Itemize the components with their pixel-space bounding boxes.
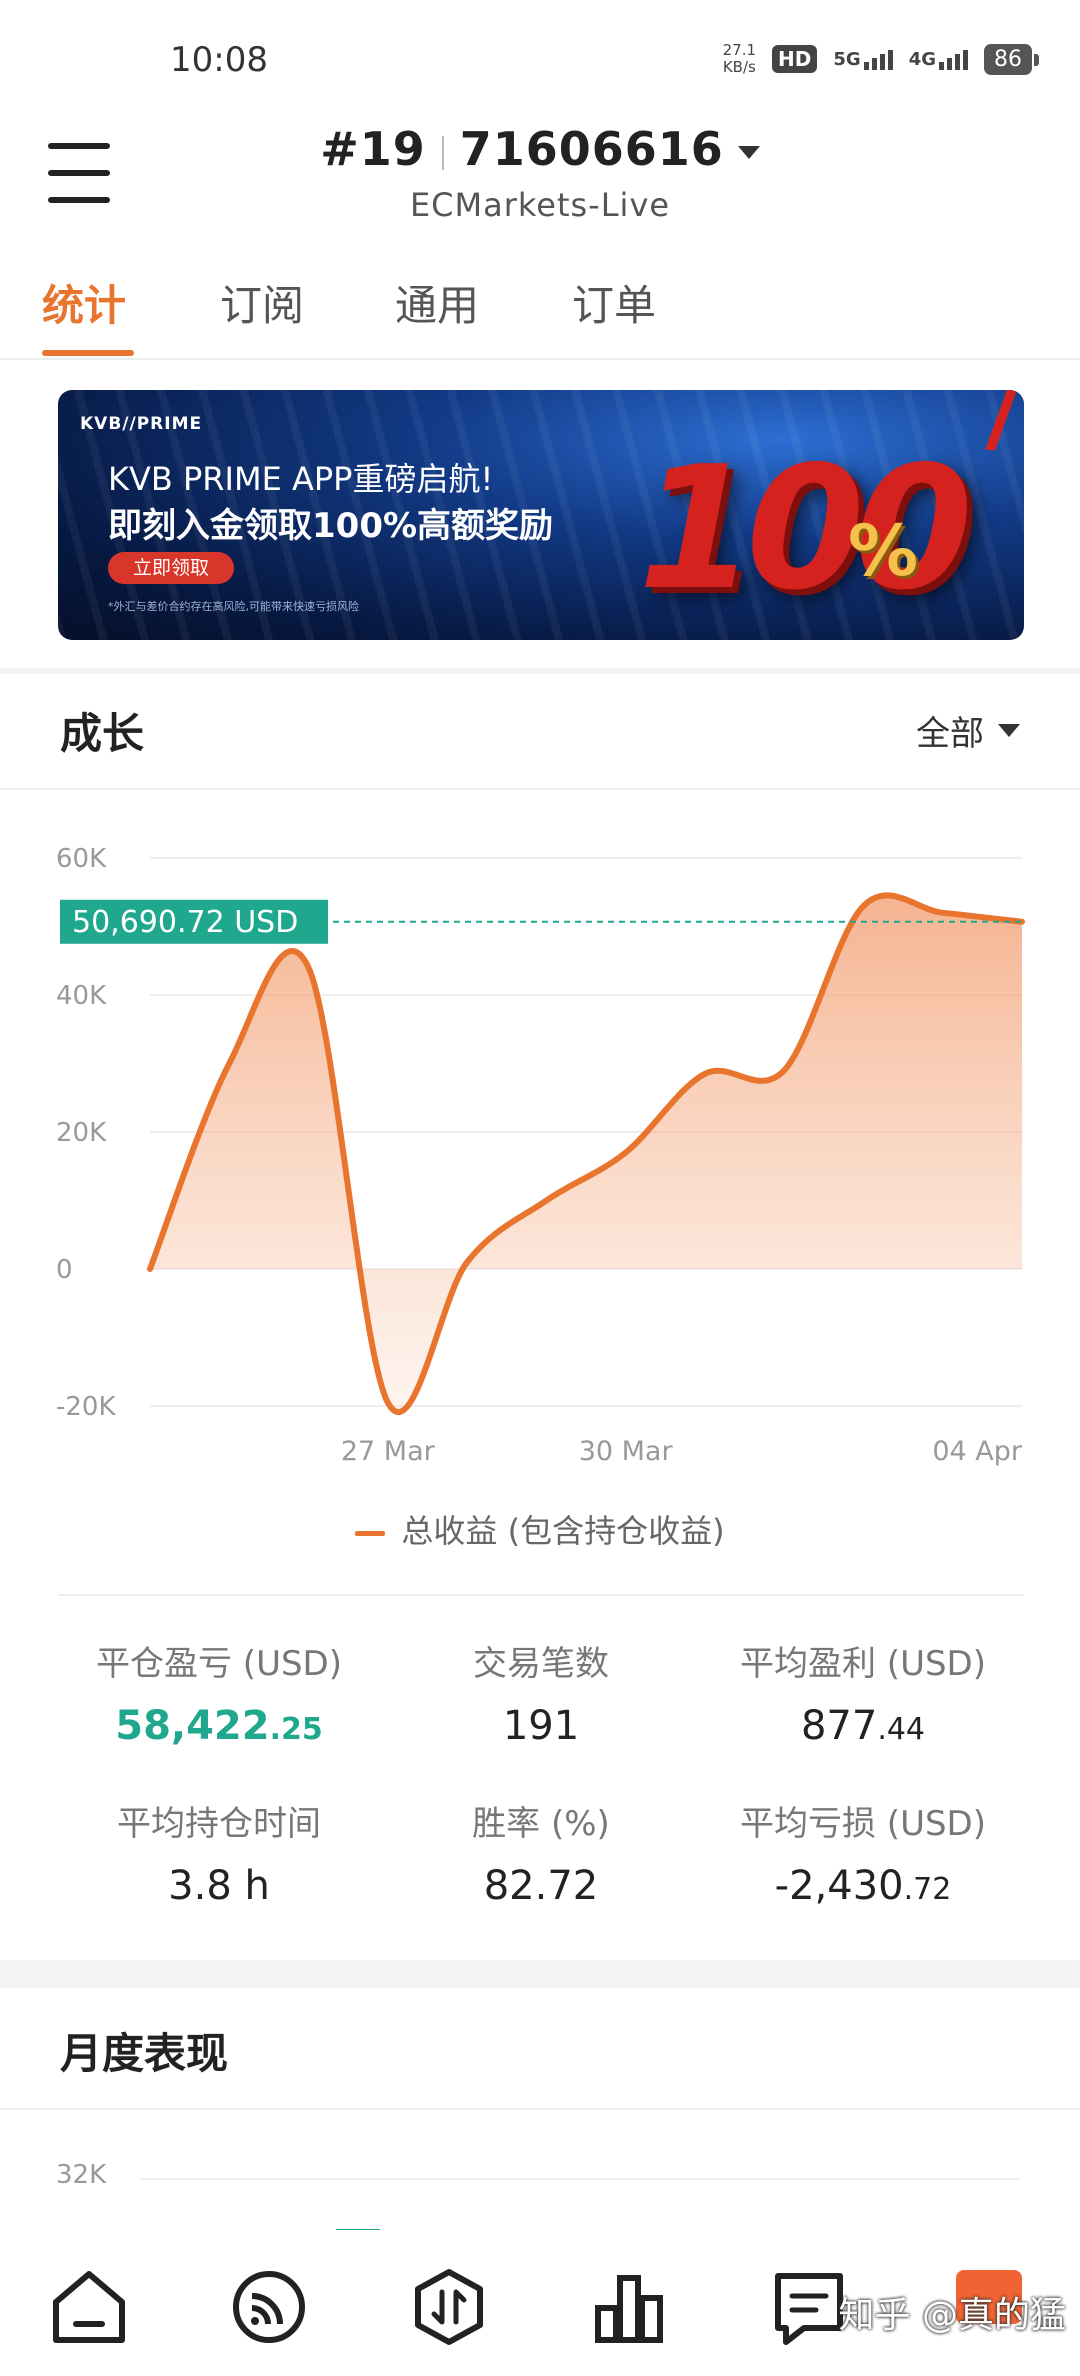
current-value-label: 50,690.72 USD <box>72 905 298 940</box>
growth-filter-dropdown[interactable]: 全部 <box>916 706 1020 755</box>
x-tick-label: 04 Apr <box>932 1436 1023 1467</box>
stat-win-rate: 胜率 (%) 82.72 <box>380 1796 702 1909</box>
y-tick-label: -20K <box>56 1392 116 1422</box>
battery-icon: 86 <box>984 43 1039 75</box>
chevron-down-icon <box>998 724 1020 737</box>
status-bar: 10:08 27.1 KB/s HD 5G 4G 86 <box>0 0 1080 120</box>
stat-value: 3.8 h <box>168 1863 270 1909</box>
signal-icon[interactable] <box>224 2262 314 2352</box>
y-tick-label: 20K <box>56 1118 107 1148</box>
growth-filter-value: 全部 <box>916 714 984 754</box>
x-tick-label: 27 Mar <box>341 1436 436 1467</box>
section-gap <box>0 668 1080 674</box>
y-tick-label: 0 <box>56 1255 73 1285</box>
chart-legend: 总收益 (包含持仓收益) <box>0 1506 1080 1552</box>
banner-subheadline: 即刻入金领取100%高额奖励 <box>108 506 554 546</box>
trade-icon[interactable] <box>404 2262 494 2352</box>
monthly-y-tick: 32K <box>56 2160 107 2190</box>
divider <box>58 1594 1024 1596</box>
stat-value: 58,422.25 <box>115 1703 323 1749</box>
promo-banner[interactable]: KVB//PRIME KVB PRIME APP重磅启航! 即刻入金领取100%… <box>58 390 1024 640</box>
divider <box>0 2108 1080 2110</box>
stat-avg-hold-time: 平均持仓时间 3.8 h <box>58 1796 380 1909</box>
section-gap <box>0 1960 1080 1988</box>
monthly-title: 月度表现 <box>60 2029 229 2078</box>
tab-subscribe[interactable]: 订阅 <box>220 272 304 333</box>
divider <box>0 788 1080 790</box>
signal-4g-icon: 4G <box>909 49 968 70</box>
banner-disclaimer: *外汇与差价合约存在高风险,可能带来快速亏损风险 <box>108 600 359 613</box>
server-name: ECMarkets-Live <box>409 186 671 224</box>
network-speed: 27.1 KB/s <box>722 41 757 76</box>
growth-title: 成长 <box>60 709 145 758</box>
stat-value: 82.72 <box>483 1863 599 1909</box>
stat-trade-count: 交易笔数 191 <box>380 1636 702 1749</box>
y-tick-label: 40K <box>56 981 107 1011</box>
status-icons: 27.1 KB/s HD 5G 4G 86 <box>722 41 1039 76</box>
stat-avg-loss: 平均亏损 (USD) -2,430.72 <box>702 1796 1024 1909</box>
stat-value: 877.44 <box>800 1703 926 1749</box>
account-prefix: #19 <box>320 122 426 176</box>
banner-claim-button[interactable]: 立即领取 <box>108 552 234 584</box>
tab-orders[interactable]: 订单 <box>572 272 656 333</box>
growth-chart[interactable]: 60K 40K 20K 0 -20K 50,690.72 USD 27 Mar 30 Mar 0… <box>0 800 1080 1480</box>
stat-value: 191 <box>502 1703 580 1749</box>
hd-icon: HD <box>772 45 818 73</box>
app-header: #19 71606616 ECMarkets-Live <box>0 110 1080 250</box>
watermark: 知乎 @真的猛 <box>838 2295 1066 2336</box>
tab-bar: 统计 订阅 通用 订单 <box>0 258 1080 360</box>
area-fill <box>150 895 1022 1413</box>
stat-closed-pnl: 平仓盈亏 (USD) 58,422.25 <box>58 1636 380 1749</box>
tab-statistics[interactable]: 统计 <box>42 272 126 333</box>
stat-avg-profit: 平均盈利 (USD) 877.44 <box>702 1636 1024 1749</box>
legend-swatch <box>355 1530 386 1536</box>
chevron-down-icon <box>737 146 760 159</box>
banner-percent: % <box>848 510 919 592</box>
account-number: 71606616 <box>459 122 724 176</box>
status-time: 10:08 <box>170 40 268 80</box>
banner-headline: KVB PRIME APP重磅启航! <box>108 460 494 498</box>
legend-label: 总收益 (包含持仓收益) <box>401 1512 725 1550</box>
banner-logo: KVB//PRIME <box>80 414 203 434</box>
home-icon[interactable] <box>44 2262 134 2352</box>
tab-general[interactable]: 通用 <box>395 272 479 333</box>
tab-indicator <box>42 350 134 356</box>
monthly-gridline <box>140 2178 1020 2180</box>
y-tick-label: 60K <box>56 844 107 874</box>
signal-5g-icon: 5G <box>833 49 893 70</box>
x-tick-label: 30 Mar <box>579 1436 674 1467</box>
chart-icon[interactable] <box>584 2262 674 2352</box>
stat-value: -2,430.72 <box>774 1863 952 1909</box>
account-selector[interactable]: #19 71606616 <box>0 122 1080 176</box>
